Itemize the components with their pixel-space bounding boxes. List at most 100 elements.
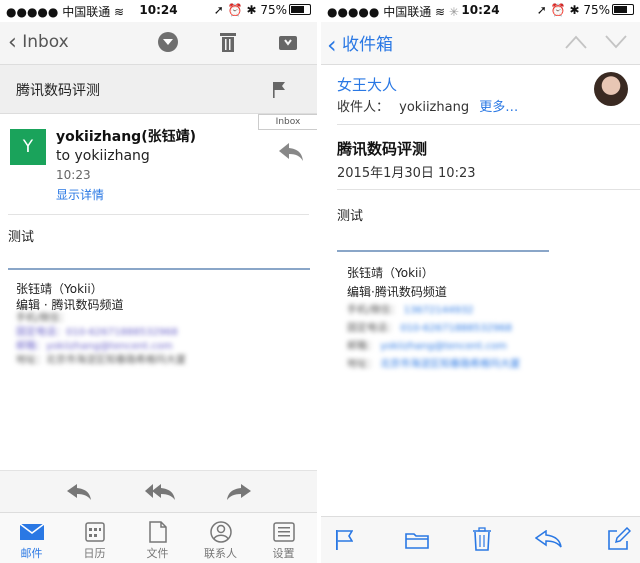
move-down-icon[interactable]: [158, 32, 178, 52]
show-details-link[interactable]: 显示详情: [56, 186, 104, 203]
signature-key: 邮箱：: [347, 341, 377, 352]
signature-key: 地址：: [347, 359, 377, 370]
recipient-label: 收件人：: [337, 100, 390, 115]
reply-icon[interactable]: [534, 529, 563, 552]
subject-title: 腾讯数码评测: [16, 83, 100, 99]
divider: [337, 124, 640, 125]
recipient-line: to yokiizhang: [56, 148, 150, 164]
tab-label: 邮件: [20, 547, 43, 560]
location-icon: ➚: [536, 3, 547, 17]
tab-label: 设置: [272, 547, 295, 560]
chevron-left-icon: ‹: [327, 31, 337, 59]
back-button[interactable]: ‹ 收件箱: [327, 30, 393, 59]
bluetooth-icon: ✱: [569, 3, 580, 17]
forward-icon[interactable]: [226, 483, 252, 505]
tab-label: 日历: [83, 547, 106, 560]
divider: [337, 189, 640, 190]
file-icon: [126, 519, 189, 545]
reply-all-icon[interactable]: [144, 483, 176, 505]
signature-line: 邮箱：yokiizhang@tencent.com: [16, 341, 173, 352]
battery-icon: [289, 4, 311, 15]
battery-icon: [612, 4, 634, 15]
status-bar: ●●●●● 中国联通 ≋ 10:24 ➚ ⏰ ✱ 75%: [0, 0, 317, 20]
reply-icon[interactable]: [66, 483, 92, 505]
tab-label: 联系人: [204, 547, 237, 560]
signature-key: 固定电话：: [347, 323, 397, 334]
flag-icon[interactable]: [335, 529, 354, 555]
next-message-icon[interactable]: [605, 34, 627, 53]
nav-bar: ‹ 收件箱: [321, 22, 640, 65]
signature-name: 张钰靖（Yokii）: [16, 282, 103, 296]
signature-row: 手机/微信： 13672144932: [347, 302, 520, 320]
folder-tag: Inbox: [258, 114, 317, 130]
back-button[interactable]: ‹ Inbox: [8, 30, 69, 55]
more-link[interactable]: 更多…: [479, 100, 518, 115]
sender-avatar: [594, 72, 628, 106]
ios-mail-pane: ●●●●● 中国联通 ≋ ✳ 10:24 ➚ ⏰ ✱ 75% ‹ 收件箱 女王大…: [321, 0, 640, 563]
compose-icon[interactable]: [607, 526, 632, 555]
recipient-value[interactable]: yokiizhang: [399, 100, 469, 115]
tab-settings[interactable]: 设置: [252, 519, 315, 561]
nav-bar: ‹ Inbox: [0, 22, 317, 65]
signature-title: 编辑 · 腾讯数码频道: [16, 298, 124, 312]
signature-value[interactable]: yokiizhang@tencent.com: [380, 341, 507, 352]
signature-row: 地址： 北京市海淀区知春路希格玛大厦: [347, 356, 520, 374]
avatar: Y: [10, 129, 46, 165]
flag-icon[interactable]: [272, 81, 286, 103]
signature-value[interactable]: 010-62671888532968: [400, 323, 512, 334]
archive-icon[interactable]: [278, 33, 298, 55]
message-body: 测试: [8, 230, 35, 245]
sender-name[interactable]: 女王大人: [337, 74, 397, 95]
signature-row: 邮箱： yokiizhang@tencent.com: [347, 338, 520, 356]
sent-time: 10:23: [56, 168, 91, 182]
chevron-left-icon: ‹: [8, 30, 17, 55]
signature-value[interactable]: 13672144932: [404, 305, 474, 316]
signature-separator: [337, 250, 549, 252]
signature-line: 固定电话：010-62671888532968: [16, 327, 178, 338]
signature-separator: [8, 268, 310, 270]
alarm-icon: ⏰: [550, 3, 566, 17]
sent-date: 2015年1月30日 10:23: [337, 166, 476, 181]
outlook-pane: ●●●●● 中国联通 ≋ 10:24 ➚ ⏰ ✱ 75% ‹ Inbox 腾讯数…: [0, 0, 317, 563]
subject-title: 腾讯数码评测: [337, 140, 428, 158]
battery-percent: 75%: [583, 3, 610, 17]
sender-name[interactable]: yokiizhang(张钰靖): [56, 126, 196, 146]
bottom-toolbar: [321, 516, 640, 563]
signature-name: 张钰靖（Yokii）: [347, 266, 434, 280]
tab-mail[interactable]: 邮件: [0, 519, 63, 561]
divider: [8, 214, 309, 215]
trash-icon[interactable]: [472, 527, 492, 555]
signature-details: 手机/微信： 固定电话：010-62671888532968 邮箱：yokiiz…: [16, 312, 186, 368]
calendar-icon: [63, 519, 126, 545]
message-body: 测试: [337, 209, 364, 224]
recipient-line: 收件人： yokiizhang 更多…: [337, 96, 518, 115]
tab-calendar[interactable]: 日历: [63, 519, 126, 561]
status-bar: ●●●●● 中国联通 ≋ ✳ 10:24 ➚ ⏰ ✱ 75%: [321, 0, 640, 20]
trash-icon[interactable]: [219, 31, 237, 57]
signature-key: 手机/微信：: [347, 305, 401, 316]
signature-row: 固定电话： 010-62671888532968: [347, 320, 520, 338]
subject-bar: 腾讯数码评测: [0, 65, 317, 114]
alarm-icon: ⏰: [227, 3, 243, 17]
tab-bar: 邮件 日历 文件 联系人 设置: [0, 512, 317, 563]
signature-details: 手机/微信： 13672144932 固定电话： 010-62671888532…: [347, 302, 520, 374]
reply-icon[interactable]: [278, 142, 304, 166]
bluetooth-icon: ✱: [246, 3, 257, 17]
signature-line: 地址：北京市海淀区知春路希格玛大厦: [16, 355, 186, 366]
signature-line: 手机/微信：: [16, 313, 70, 324]
battery-percent: 75%: [260, 3, 287, 17]
folder-icon[interactable]: [405, 531, 429, 553]
back-label: 收件箱: [342, 35, 394, 55]
signature-title: 编辑·腾讯数码频道: [347, 285, 447, 299]
person-icon: [189, 519, 252, 545]
action-bar: [0, 470, 317, 513]
back-label: Inbox: [22, 32, 69, 52]
tab-label: 文件: [146, 547, 169, 560]
settings-list-icon: [252, 519, 315, 545]
tab-contacts[interactable]: 联系人: [189, 519, 252, 561]
signature-value[interactable]: 北京市海淀区知春路希格玛大厦: [380, 359, 520, 370]
envelope-icon: [0, 519, 63, 545]
tab-files[interactable]: 文件: [126, 519, 189, 561]
previous-message-icon[interactable]: [565, 34, 587, 53]
location-icon: ➚: [213, 3, 224, 17]
